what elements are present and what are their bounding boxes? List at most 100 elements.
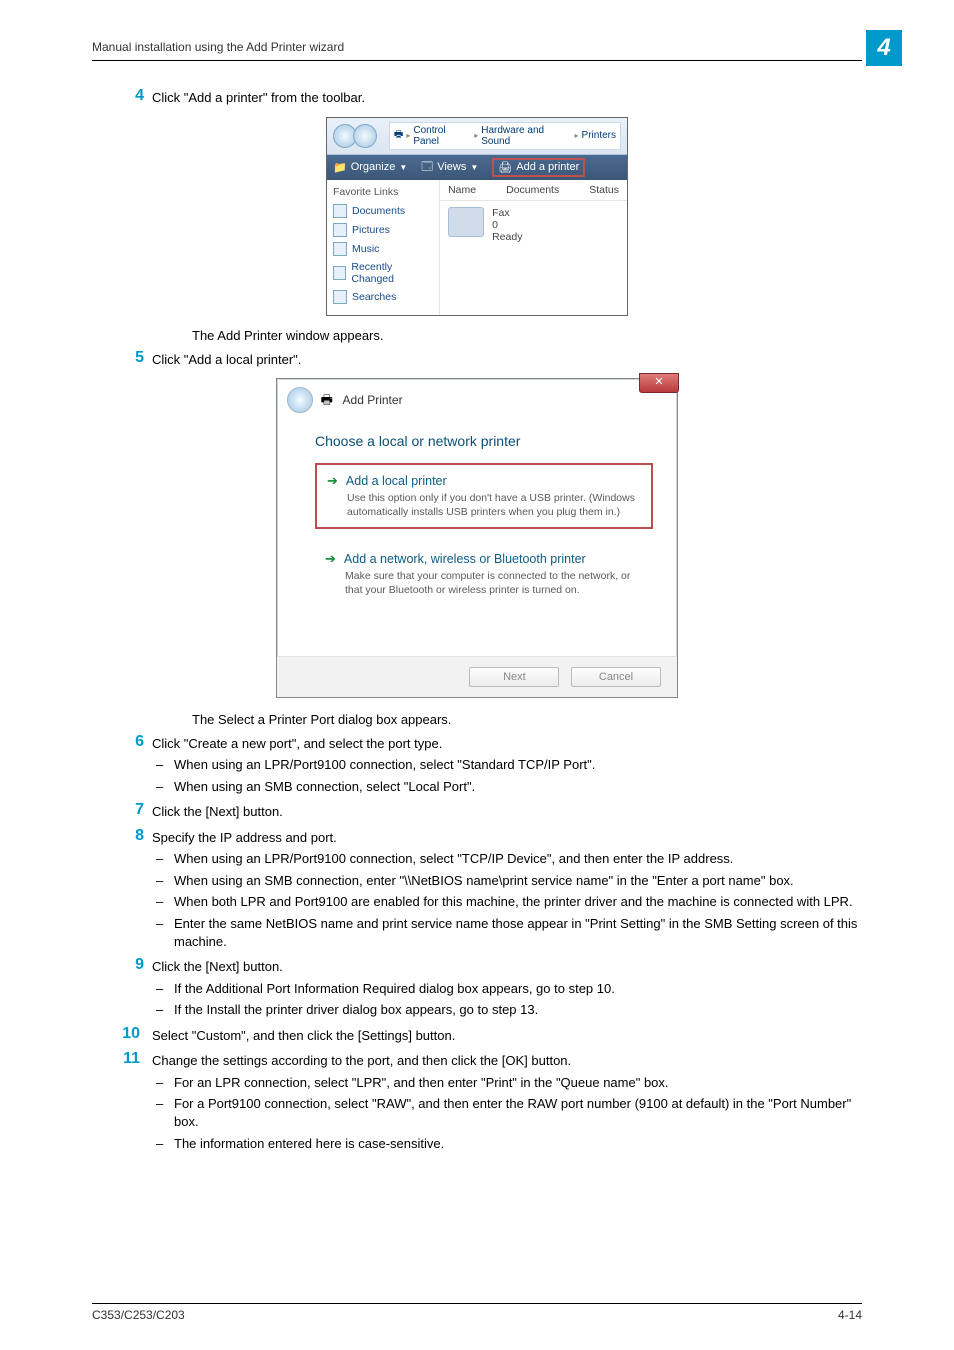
arrow-icon: ➔	[325, 551, 336, 567]
toolbar-organize[interactable]: 📁 Organize ▼	[333, 161, 407, 174]
favorite-link-documents[interactable]: Documents	[333, 204, 433, 218]
organize-icon: 📁	[333, 161, 347, 174]
sub-item: If the Additional Port Information Requi…	[152, 980, 862, 998]
arrow-icon: ➔	[327, 473, 338, 489]
toolbar-views[interactable]: 🗔 Views ▼	[421, 158, 478, 177]
close-button[interactable]: ✕	[639, 373, 679, 393]
sub-item: The information entered here is case-sen…	[152, 1135, 862, 1153]
sub-item: If the Install the printer driver dialog…	[152, 1001, 862, 1019]
option-description: Make sure that your computer is connecte…	[345, 570, 643, 597]
step-body: Click "Create a new port", and select th…	[152, 735, 862, 753]
views-label: Views	[437, 161, 466, 173]
link-label: Searches	[352, 291, 396, 303]
col-status[interactable]: Status	[589, 184, 619, 196]
sub-item: For an LPR connection, select "LPR", and…	[152, 1074, 862, 1092]
crumb-printers[interactable]: Printers	[582, 130, 616, 141]
sub-item: When using an SMB connection, enter "\\N…	[152, 872, 862, 890]
dialog-button-row: Next Cancel	[277, 656, 677, 697]
link-label: Music	[352, 243, 379, 255]
chapter-badge: 4	[866, 30, 902, 66]
step-number: 6	[112, 733, 144, 751]
sub-item: When using an SMB connection, select "Lo…	[152, 778, 862, 796]
section-header: Manual installation using the Add Printe…	[92, 40, 862, 56]
printer-list-pane: Name Documents Status Fax 0 Ready	[440, 180, 627, 315]
printer-icon: 🖶	[321, 392, 333, 407]
option-add-local-printer[interactable]: ➔ Add a local printer Use this option on…	[315, 463, 653, 529]
cancel-button[interactable]: Cancel	[571, 667, 661, 687]
printer-row-fax[interactable]: Fax 0 Ready	[440, 201, 627, 249]
favorite-link-pictures[interactable]: Pictures	[333, 223, 433, 237]
breadcrumb[interactable]: 🖶 ▸ Control Panel ▸ Hardware and Sound ▸…	[389, 122, 621, 150]
link-label: Pictures	[352, 224, 390, 236]
crumb-hardware-and-sound[interactable]: Hardware and Sound	[481, 125, 571, 147]
step-4: 4 Click "Add a printer" from the toolbar…	[152, 89, 862, 107]
step-number: 7	[112, 801, 144, 819]
favorite-link-music[interactable]: Music	[333, 242, 433, 256]
nav-forward-icon[interactable]	[353, 124, 377, 148]
screenshot-add-printer-wizard: 🖶 Add Printer ✕ Choose a local or networ…	[276, 378, 678, 698]
step-10: 10 Select "Custom", and then click the […	[152, 1027, 862, 1045]
footer-page-number: 4-14	[838, 1308, 862, 1322]
footer-model: C353/C253/C203	[92, 1308, 185, 1322]
explorer-address-bar: 🖶 ▸ Control Panel ▸ Hardware and Sound ▸…	[327, 118, 627, 155]
step-11: 11 Change the settings according to the …	[152, 1052, 862, 1152]
add-printer-icon: 🖨	[498, 161, 512, 174]
back-icon[interactable]	[287, 387, 313, 413]
step-9: 9 Click the [Next] button. If the Additi…	[152, 958, 862, 1019]
explorer-toolbar: 📁 Organize ▼ 🗔 Views ▼ 🖨 Add a printer	[327, 155, 627, 180]
sub-item: Enter the same NetBIOS name and print se…	[152, 915, 862, 950]
step-number: 4	[112, 87, 144, 105]
views-icon: 🗔	[421, 158, 433, 177]
column-headers[interactable]: Name Documents Status	[440, 180, 627, 201]
step-8: 8 Specify the IP address and port. When …	[152, 829, 862, 950]
step-5: 5 Click "Add a local printer".	[152, 351, 862, 369]
favorite-links-header: Favorite Links	[333, 186, 433, 198]
printer-docs: 0	[492, 219, 522, 231]
step-7: 7 Click the [Next] button.	[152, 803, 862, 821]
printer-icon	[448, 207, 484, 237]
favorite-link-searches[interactable]: Searches	[333, 290, 433, 304]
step-body: Click the [Next] button.	[152, 958, 862, 976]
step-number: 9	[112, 956, 144, 974]
dialog-title: Add Printer	[343, 393, 403, 407]
next-button[interactable]: Next	[469, 667, 559, 687]
option-add-network-printer[interactable]: ➔ Add a network, wireless or Bluetooth p…	[315, 543, 653, 605]
dialog-heading: Choose a local or network printer	[315, 433, 653, 449]
sub-item: When using an LPR/Port9100 connection, s…	[152, 756, 862, 774]
step-body: Click "Add a printer" from the toolbar.	[152, 89, 862, 107]
step-6: 6 Click "Create a new port", and select …	[152, 735, 862, 796]
step-body: Change the settings according to the por…	[152, 1052, 862, 1070]
col-name[interactable]: Name	[448, 184, 476, 196]
searches-icon	[333, 290, 347, 304]
step-body: Select "Custom", and then click the [Set…	[152, 1027, 862, 1045]
recent-icon	[333, 266, 346, 280]
add-printer-label: Add a printer	[516, 161, 579, 173]
music-icon	[333, 242, 347, 256]
printer-status: Ready	[492, 231, 522, 243]
favorite-link-recently-changed[interactable]: Recently Changed	[333, 261, 433, 285]
favorite-links-pane: Favorite Links Documents Pictures Music …	[327, 180, 440, 315]
crumb-control-panel[interactable]: Control Panel	[413, 125, 471, 147]
option-title: Add a network, wireless or Bluetooth pri…	[344, 552, 586, 566]
organize-label: Organize	[351, 161, 396, 173]
header-rule	[92, 60, 862, 61]
section-title: Manual installation using the Add Printe…	[92, 40, 344, 54]
step-number: 10	[108, 1025, 140, 1043]
col-documents[interactable]: Documents	[506, 184, 559, 196]
option-description: Use this option only if you don't have a…	[347, 492, 641, 519]
link-label: Documents	[352, 205, 405, 217]
page-footer: C353/C253/C203 4-14	[92, 1303, 862, 1322]
sub-item: When both LPR and Port9100 are enabled f…	[152, 893, 862, 911]
printer-name: Fax	[492, 207, 522, 219]
toolbar-add-a-printer[interactable]: 🖨 Add a printer	[492, 158, 585, 177]
step-number: 5	[112, 349, 144, 367]
step-body: Specify the IP address and port.	[152, 829, 862, 847]
screenshot-printers-folder: 🖶 ▸ Control Panel ▸ Hardware and Sound ▸…	[326, 117, 628, 316]
folder-icon: 🖶	[394, 127, 403, 144]
sub-item: When using an LPR/Port9100 connection, s…	[152, 850, 862, 868]
pictures-icon	[333, 223, 347, 237]
post-step-5-text: The Select a Printer Port dialog box app…	[192, 712, 862, 727]
sub-item: For a Port9100 connection, select "RAW",…	[152, 1095, 862, 1130]
post-step-4-text: The Add Printer window appears.	[192, 328, 862, 343]
step-body: Click the [Next] button.	[152, 803, 862, 821]
